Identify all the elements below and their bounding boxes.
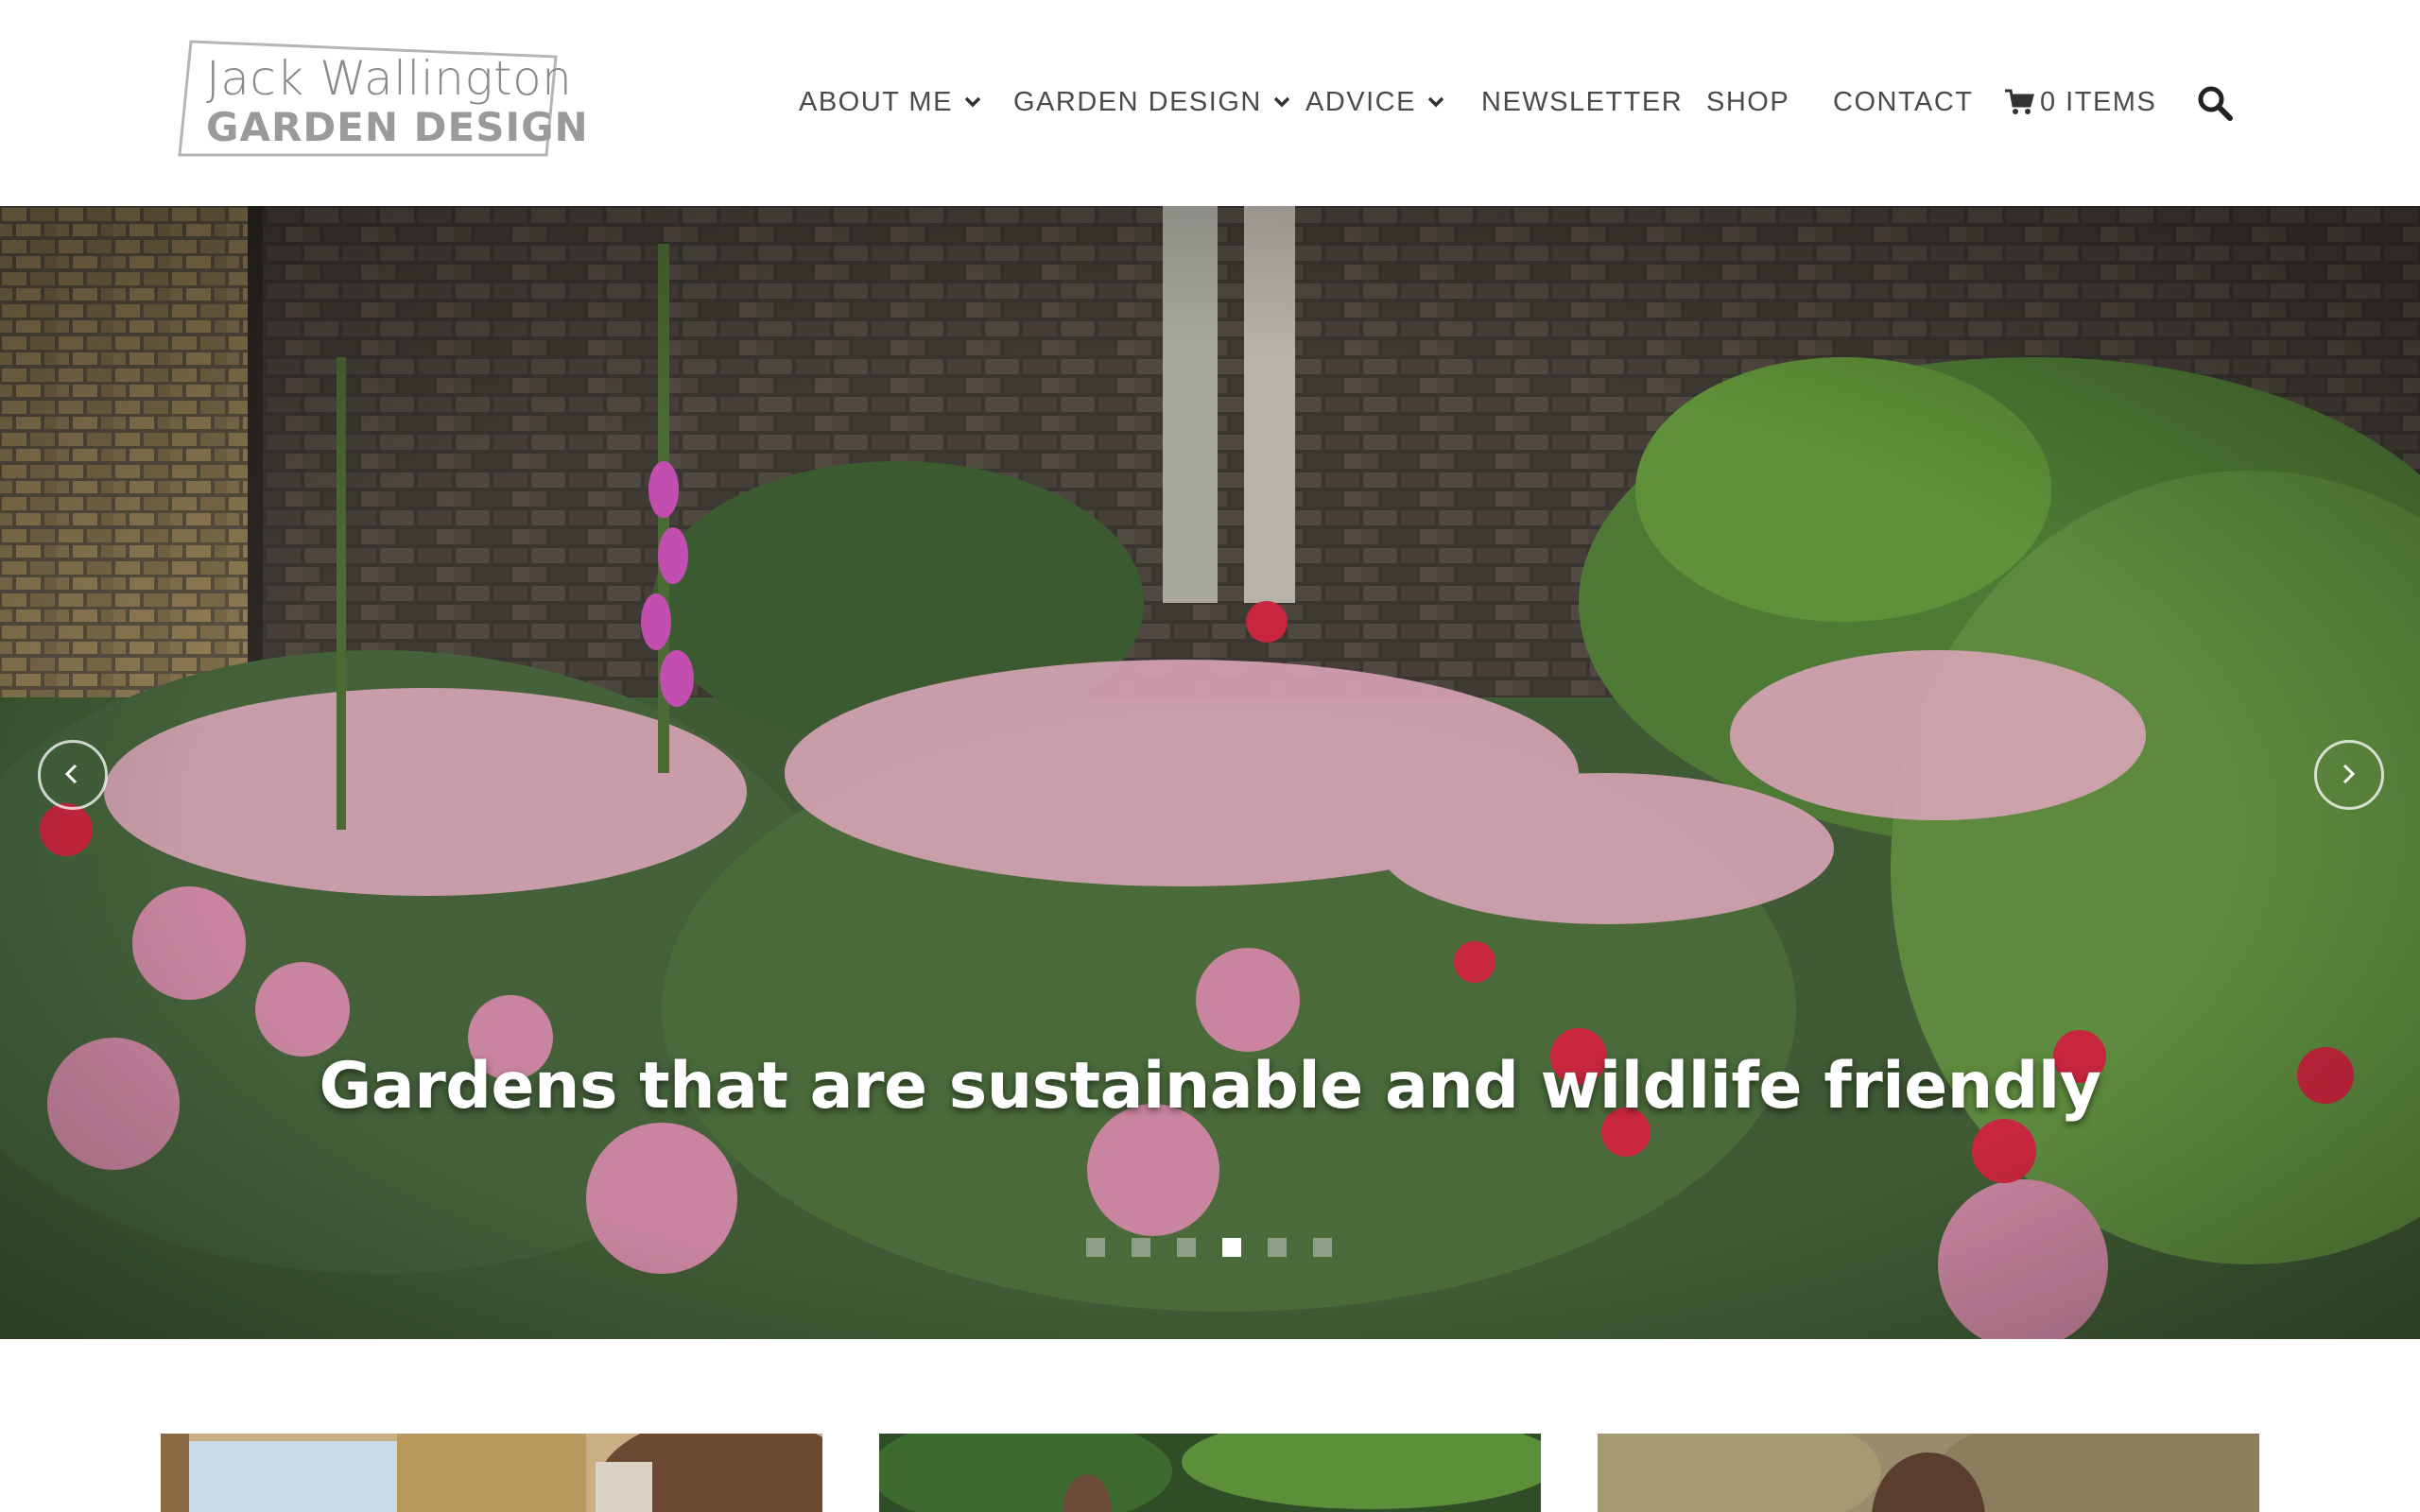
nav-cart[interactable]: 0 ITEMS xyxy=(2004,81,2156,123)
search-icon[interactable] xyxy=(2197,85,2233,121)
chevron-down-icon xyxy=(1427,96,1444,108)
nav-garden-design-label: GARDEN DESIGN xyxy=(1013,86,1262,117)
nav-newsletter-label: NEWSLETTER xyxy=(1481,86,1684,117)
slider-prev-button[interactable] xyxy=(38,740,108,810)
chevron-left-icon xyxy=(64,764,78,784)
feature-card-2[interactable] xyxy=(879,1434,1541,1512)
slider-dot-2[interactable] xyxy=(1132,1238,1150,1257)
slider-next-button[interactable] xyxy=(2314,740,2384,810)
slider-dot-1[interactable] xyxy=(1086,1238,1105,1257)
nav-about-me-label: ABOUT ME xyxy=(799,86,953,117)
hero-slider: Gardens that are sustainable and wildlif… xyxy=(0,206,2420,1339)
hero-image xyxy=(0,206,2420,1339)
chevron-right-icon xyxy=(2342,764,2356,784)
card-image-1 xyxy=(161,1434,822,1512)
nav-advice-label: ADVICE xyxy=(1305,86,1416,117)
nav-newsletter[interactable]: NEWSLETTER xyxy=(1481,81,1683,123)
nav-shop[interactable]: SHOP xyxy=(1706,81,1789,123)
cart-icon xyxy=(2005,89,2034,114)
nav-garden-design[interactable]: GARDEN DESIGN xyxy=(1013,81,1290,123)
card-image-2 xyxy=(879,1434,1541,1512)
nav-advice[interactable]: ADVICE xyxy=(1305,81,1444,123)
chevron-down-icon xyxy=(1273,96,1290,108)
card-image-3 xyxy=(1598,1434,2259,1512)
logo-line-1: Jack Wallington xyxy=(206,51,573,106)
logo-line-2: GARDEN DESIGN xyxy=(206,104,589,150)
feature-card-1[interactable] xyxy=(161,1434,822,1512)
slider-dot-4[interactable] xyxy=(1222,1238,1241,1257)
slider-dot-6[interactable] xyxy=(1313,1238,1332,1257)
site-logo[interactable]: Jack Wallington GARDEN DESIGN xyxy=(178,38,588,159)
slider-pagination xyxy=(0,1238,2420,1261)
feature-card-3[interactable] xyxy=(1598,1434,2259,1512)
slider-dot-5[interactable] xyxy=(1268,1238,1287,1257)
nav-contact[interactable]: CONTACT xyxy=(1833,81,1974,123)
hero-caption: Gardens that are sustainable and wildlif… xyxy=(319,1049,2101,1124)
chevron-down-icon xyxy=(964,96,981,108)
site-header: Jack Wallington GARDEN DESIGN ABOUT ME G… xyxy=(0,0,2420,206)
slider-dot-3[interactable] xyxy=(1177,1238,1196,1257)
nav-shop-label: SHOP xyxy=(1706,86,1790,117)
nav-contact-label: CONTACT xyxy=(1833,86,1974,117)
nav-about-me[interactable]: ABOUT ME xyxy=(799,81,981,123)
cart-count-label: 0 ITEMS xyxy=(2040,86,2157,117)
